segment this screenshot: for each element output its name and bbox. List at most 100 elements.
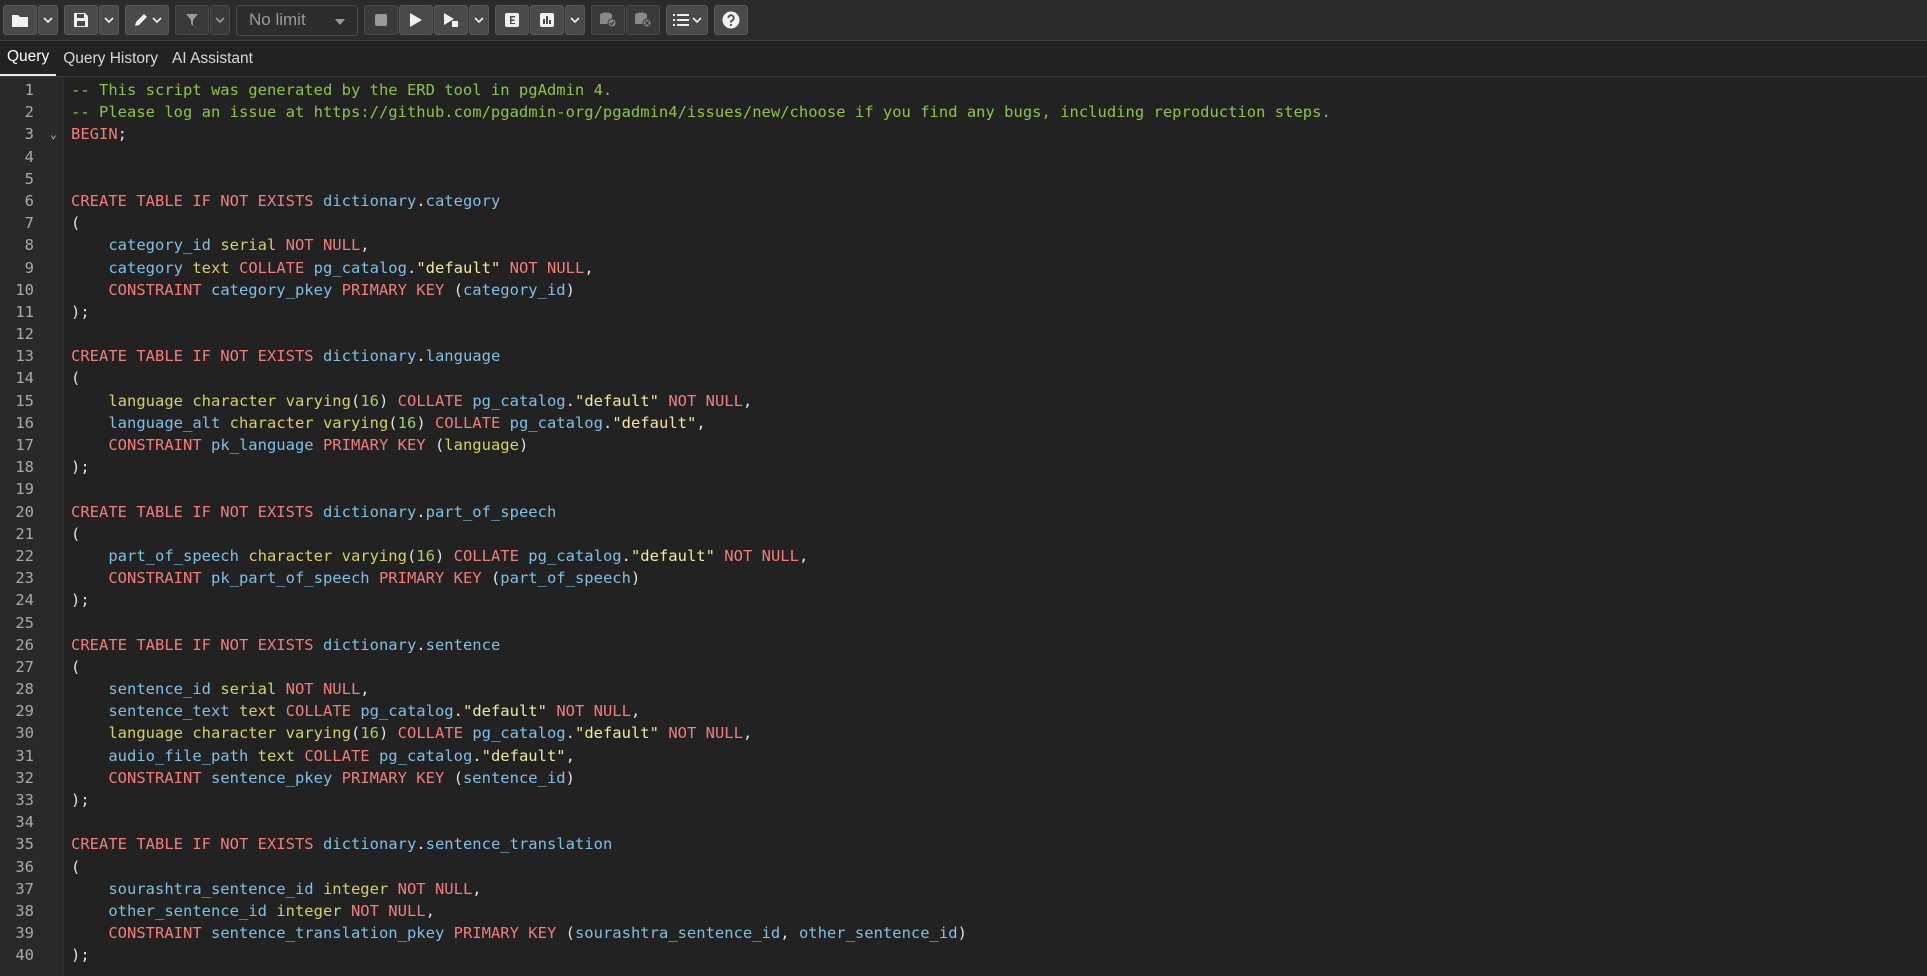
explain-analyze-button[interactable] (530, 5, 564, 35)
edit-dropdown-button[interactable] (125, 5, 169, 35)
code-line[interactable]: CREATE TABLE IF NOT EXISTS dictionary.se… (71, 833, 1927, 855)
code-line[interactable]: sentence_text text COLLATE pg_catalog."d… (71, 700, 1927, 722)
code-token: ( (565, 924, 575, 943)
explain-group (495, 5, 585, 35)
open-file-dropdown[interactable] (38, 5, 58, 35)
code-line[interactable]: language_alt character varying(16) COLLA… (71, 412, 1927, 434)
code-token: ( (71, 857, 81, 876)
code-line[interactable]: language character varying(16) COLLATE p… (71, 722, 1927, 744)
query-toolbar: No limit (0, 0, 1927, 41)
code-line[interactable]: BEGIN; (71, 123, 1927, 145)
code-token: part_of_speech (500, 569, 631, 588)
code-token: NOT NULL (556, 702, 631, 721)
code-line[interactable]: ( (71, 367, 1927, 389)
line-number: 17 (15, 436, 34, 454)
tab-ai-assistant[interactable]: AI Assistant (165, 50, 260, 76)
cancel-query-button[interactable] (364, 5, 398, 35)
code-line[interactable]: CONSTRAINT sentence_pkey PRIMARY KEY (se… (71, 767, 1927, 789)
open-file-button[interactable] (3, 5, 37, 35)
code-token: ) (630, 569, 641, 588)
rollback-button[interactable] (626, 5, 660, 35)
code-line[interactable]: CONSTRAINT sentence_translation_pkey PRI… (71, 922, 1927, 944)
code-area[interactable]: -- This script was generated by the ERD … (64, 77, 1927, 976)
help-button[interactable] (714, 5, 748, 35)
tab-query[interactable]: Query (0, 48, 57, 76)
code-line[interactable]: category_id serial NOT NULL, (71, 234, 1927, 256)
code-token: 16 (360, 391, 379, 410)
line-number: 1 (24, 81, 34, 99)
execute-script-button[interactable] (434, 5, 468, 35)
row-limit-select[interactable]: No limit (236, 4, 358, 36)
save-button[interactable] (64, 5, 98, 35)
code-token: , (630, 702, 641, 721)
code-line[interactable]: CONSTRAINT pk_part_of_speech PRIMARY KEY… (71, 567, 1927, 589)
code-line[interactable] (71, 168, 1927, 190)
code-line[interactable]: ( (71, 523, 1927, 545)
execute-dropdown[interactable] (469, 5, 489, 35)
code-line[interactable]: -- This script was generated by the ERD … (71, 79, 1927, 101)
code-line[interactable]: ( (71, 656, 1927, 678)
tab-query-history[interactable]: Query History (56, 50, 165, 76)
explain-dropdown[interactable] (565, 5, 585, 35)
code-line[interactable]: CREATE TABLE IF NOT EXISTS dictionary.la… (71, 345, 1927, 367)
line-number: 35 (15, 835, 34, 854)
edit-group (125, 5, 169, 35)
sql-editor[interactable]: 1 2 3 ⌄ 4 5 6 7 8 9 10 11 12 13 14 15 16 17 18 19 20 21 22 23 24… (0, 77, 1927, 976)
code-line[interactable]: ); (71, 789, 1927, 811)
code-line[interactable]: language character varying(16) COLLATE p… (71, 390, 1927, 412)
code-line[interactable]: ); (71, 589, 1927, 611)
code-token: ( (406, 546, 417, 565)
code-token: PRIMARY KEY (322, 436, 435, 454)
code-line[interactable]: ); (71, 301, 1927, 323)
code-line[interactable]: other_sentence_id integer NOT NULL, (71, 900, 1927, 922)
code-line[interactable]: ); (71, 944, 1927, 966)
code-token: COLLATE (304, 746, 379, 765)
code-token: COLLATE (453, 546, 529, 565)
line-number: 3 ⌄ (0, 123, 63, 145)
code-token: 16 (416, 546, 435, 565)
macros-dropdown-button[interactable] (666, 5, 708, 35)
code-line[interactable]: audio_file_path text COLLATE pg_catalog.… (71, 745, 1927, 767)
code-token: CONSTRAINT (108, 569, 211, 588)
commit-button[interactable] (591, 5, 625, 35)
execute-button[interactable] (399, 5, 433, 35)
code-token: text (257, 746, 305, 765)
code-line[interactable]: sourashtra_sentence_id integer NOT NULL, (71, 878, 1927, 900)
filter-button[interactable] (175, 5, 209, 35)
code-line[interactable]: -- Please log an issue at https://github… (71, 101, 1927, 123)
code-line[interactable]: part_of_speech character varying(16) COL… (71, 545, 1927, 567)
code-token: , (360, 236, 370, 255)
code-token: category (108, 258, 193, 277)
code-token: dictionary (322, 191, 417, 210)
code-line[interactable] (71, 478, 1927, 500)
fold-chevron-icon[interactable]: ⌄ (50, 123, 57, 145)
code-line[interactable] (71, 323, 1927, 345)
code-token: CREATE TABLE IF NOT EXISTS (71, 635, 323, 654)
caret-down-icon (335, 10, 345, 30)
code-line[interactable]: CONSTRAINT pk_language PRIMARY KEY (lang… (71, 434, 1927, 456)
code-line[interactable]: ( (71, 212, 1927, 234)
code-token: language_alt (108, 413, 230, 432)
code-line[interactable] (71, 811, 1927, 833)
filter-dropdown[interactable] (210, 5, 230, 35)
explain-button[interactable] (495, 5, 529, 35)
save-dropdown[interactable] (99, 5, 119, 35)
code-token: category_id (108, 236, 221, 255)
code-line[interactable] (71, 612, 1927, 634)
code-line[interactable]: sentence_id serial NOT NULL, (71, 678, 1927, 700)
line-number: 11 (15, 302, 34, 321)
code-line[interactable]: CREATE TABLE IF NOT EXISTS dictionary.pa… (71, 501, 1927, 523)
code-line[interactable]: CREATE TABLE IF NOT EXISTS dictionary.se… (71, 634, 1927, 656)
code-line[interactable]: category text COLLATE pg_catalog."defaul… (71, 257, 1927, 279)
code-line[interactable]: CREATE TABLE IF NOT EXISTS dictionary.ca… (71, 190, 1927, 212)
code-line[interactable]: CONSTRAINT category_pkey PRIMARY KEY (ca… (71, 279, 1927, 301)
code-line[interactable] (71, 146, 1927, 168)
code-token: . (416, 635, 426, 654)
code-token: , (742, 724, 753, 743)
code-line[interactable]: ); (71, 456, 1927, 478)
code-token: pk_part_of_speech (210, 569, 379, 588)
code-token: ); (71, 302, 90, 321)
code-line[interactable]: ( (71, 856, 1927, 878)
